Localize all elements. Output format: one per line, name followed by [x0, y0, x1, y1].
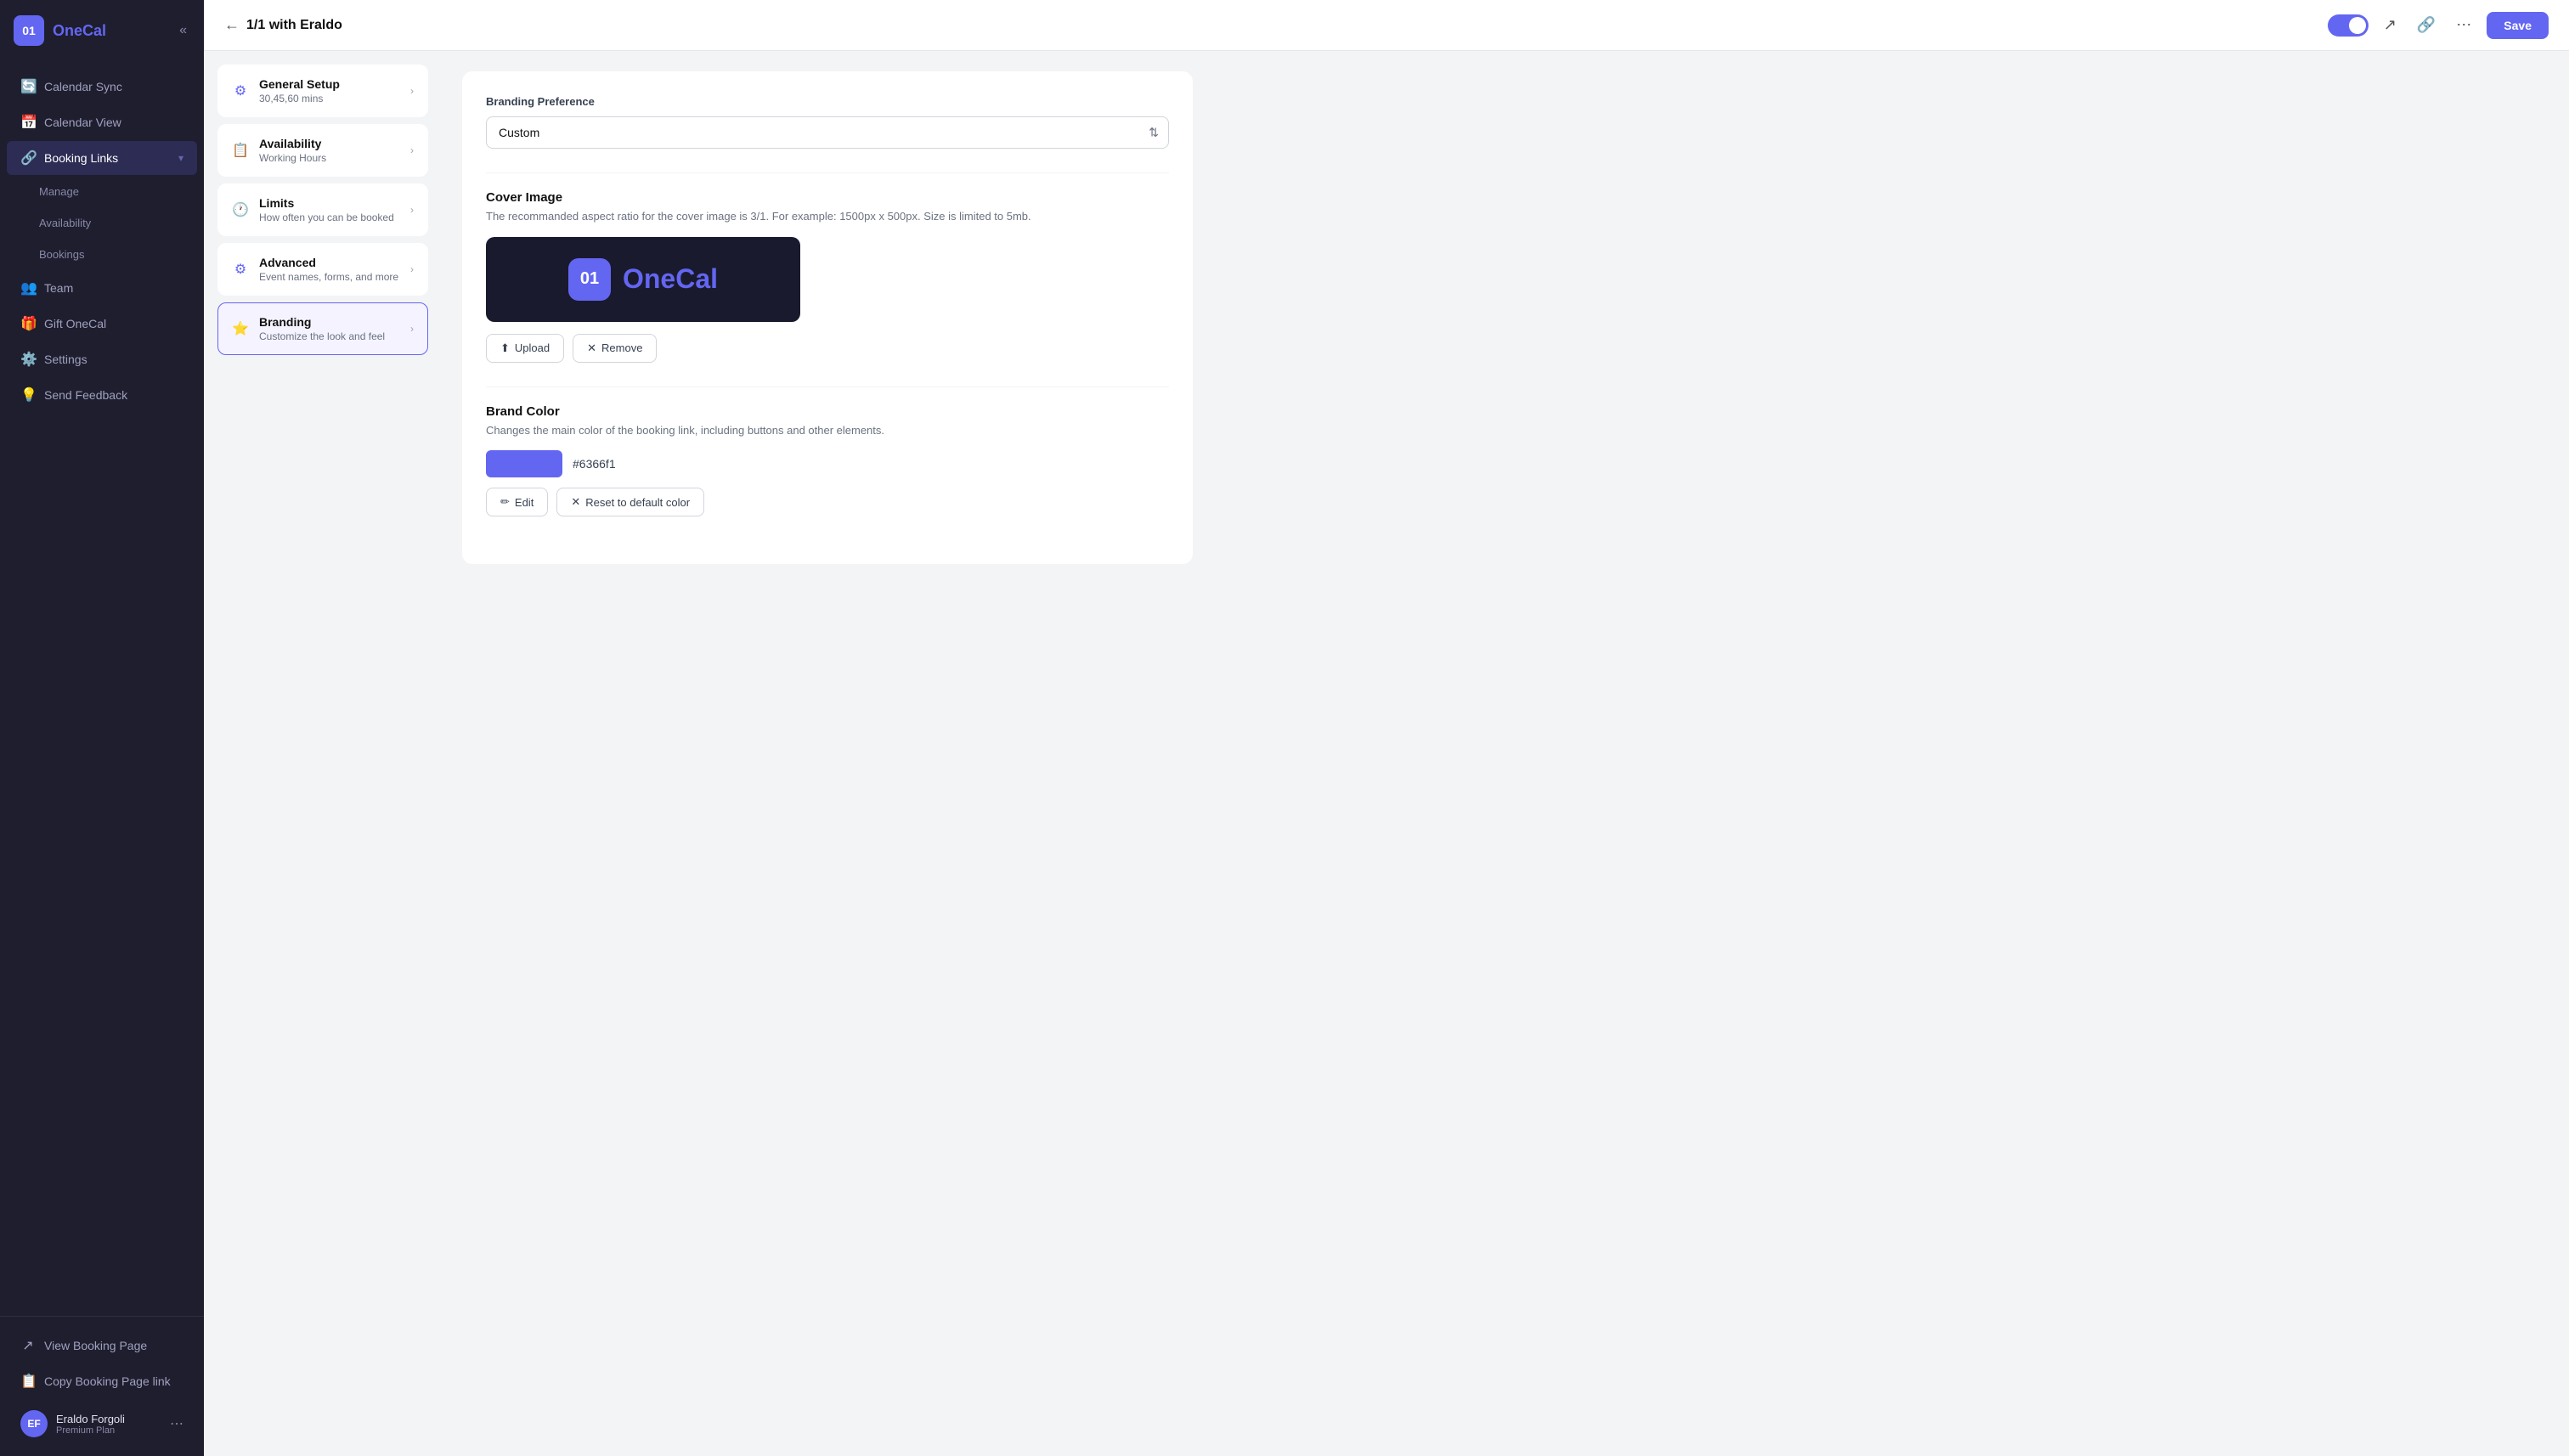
- sidebar-item-calendar-view[interactable]: 📅 Calendar View: [7, 105, 197, 139]
- limits-chevron-icon: ›: [410, 204, 414, 216]
- cover-logo: 01 OneCal: [568, 258, 718, 301]
- submenu-item-branding[interactable]: ⭐ Branding Customize the look and feel ›: [217, 302, 428, 355]
- reset-color-button[interactable]: ✕ Reset to default color: [556, 488, 704, 516]
- brand-color-desc: Changes the main color of the booking li…: [486, 422, 1169, 439]
- user-menu-button[interactable]: ⋯: [170, 1415, 184, 1432]
- topbar-actions: ↗ 🔗 ⋯ Save: [2328, 11, 2549, 39]
- sidebar-item-team[interactable]: 👥 Team: [7, 271, 197, 305]
- cover-image-desc: The recommanded aspect ratio for the cov…: [486, 208, 1169, 225]
- save-button[interactable]: Save: [2487, 12, 2549, 39]
- advanced-chevron-icon: ›: [410, 263, 414, 275]
- submenu-item-availability[interactable]: 📋 Availability Working Hours ›: [217, 124, 428, 177]
- content-area: ⚙ General Setup 30,45,60 mins › 📋 Availa…: [204, 51, 2569, 1456]
- back-arrow-icon: ←: [224, 16, 240, 34]
- upload-button[interactable]: ⬆ Upload: [486, 334, 564, 363]
- sidebar: 01 OneCal « 🔄 Calendar Sync 📅 Calendar V…: [0, 0, 204, 1456]
- topbar: ← 1/1 with Eraldo ↗ 🔗 ⋯ Save: [204, 0, 2569, 51]
- branding-icon: ⭐: [232, 320, 249, 337]
- link-button[interactable]: 🔗: [2412, 11, 2441, 39]
- cover-image-preview: 01 OneCal: [486, 237, 800, 322]
- sidebar-nav: 🔄 Calendar Sync 📅 Calendar View 🔗 Bookin…: [0, 61, 204, 1316]
- limits-icon: 🕐: [232, 201, 249, 218]
- calendar-view-icon: 📅: [20, 114, 36, 131]
- logo-text: OneCal: [53, 22, 106, 40]
- preference-select-wrapper: Custom Default None ⇅: [486, 116, 1169, 149]
- sidebar-item-settings[interactable]: ⚙️ Settings: [7, 342, 197, 376]
- submenu: ⚙ General Setup 30,45,60 mins › 📋 Availa…: [204, 51, 442, 1456]
- sidebar-item-manage[interactable]: Manage: [7, 177, 197, 206]
- branding-chevron-icon: ›: [410, 323, 414, 335]
- brand-color-title: Brand Color: [486, 404, 1169, 419]
- upload-icon: ⬆: [500, 341, 510, 355]
- sidebar-item-availability[interactable]: Availability: [7, 208, 197, 238]
- back-button[interactable]: ← 1/1 with Eraldo: [224, 16, 342, 34]
- general-setup-icon: ⚙: [232, 82, 249, 99]
- remove-button[interactable]: ✕ Remove: [573, 334, 657, 363]
- copy-booking-link-button[interactable]: 📋 Copy Booking Page link: [7, 1364, 197, 1398]
- cover-logo-text: OneCal: [623, 263, 718, 295]
- right-panel: Branding Preference Custom Default None …: [442, 51, 2569, 1456]
- color-display: #6366f1: [486, 450, 1169, 477]
- reset-icon: ✕: [571, 495, 580, 509]
- sidebar-logo: 01 OneCal «: [0, 0, 204, 61]
- user-info: EF Eraldo Forgoli Premium Plan ⋯: [7, 1402, 197, 1446]
- avatar: EF: [20, 1410, 48, 1437]
- sidebar-item-booking-links[interactable]: 🔗 Booking Links ▾: [7, 141, 197, 175]
- sidebar-item-gift-onecal[interactable]: 🎁 Gift OneCal: [7, 307, 197, 341]
- advanced-icon: ⚙: [232, 261, 249, 278]
- collapse-sidebar-button[interactable]: «: [176, 20, 190, 42]
- view-booking-page-button[interactable]: ↗ View Booking Page: [7, 1329, 197, 1363]
- submenu-item-advanced[interactable]: ⚙ Advanced Event names, forms, and more …: [217, 243, 428, 296]
- user-details: Eraldo Forgoli Premium Plan: [56, 1413, 161, 1436]
- active-toggle[interactable]: [2328, 14, 2369, 37]
- sidebar-item-send-feedback[interactable]: 💡 Send Feedback: [7, 378, 197, 412]
- logo-icon: 01: [14, 15, 44, 46]
- branding-panel: Branding Preference Custom Default None …: [462, 71, 1193, 564]
- divider-1: [486, 172, 1169, 173]
- availability-icon: 📋: [232, 142, 249, 159]
- main: ← 1/1 with Eraldo ↗ 🔗 ⋯ Save ⚙ General S…: [204, 0, 2569, 1456]
- color-buttons: ✏ Edit ✕ Reset to default color: [486, 488, 1169, 516]
- general-setup-chevron-icon: ›: [410, 85, 414, 97]
- feedback-icon: 💡: [20, 387, 36, 404]
- submenu-item-limits[interactable]: 🕐 Limits How often you can be booked ›: [217, 183, 428, 236]
- edit-color-button[interactable]: ✏ Edit: [486, 488, 548, 516]
- color-hex: #6366f1: [573, 457, 616, 471]
- cover-image-title: Cover Image: [486, 190, 1169, 205]
- calendar-sync-icon: 🔄: [20, 78, 36, 95]
- sidebar-item-bookings[interactable]: Bookings: [7, 240, 197, 269]
- preference-label: Branding Preference: [486, 95, 1169, 108]
- booking-links-icon: 🔗: [20, 150, 36, 166]
- gift-icon: 🎁: [20, 315, 36, 332]
- sidebar-bottom: ↗ View Booking Page 📋 Copy Booking Page …: [0, 1316, 204, 1456]
- external-link-icon: ↗: [20, 1337, 36, 1354]
- more-options-button[interactable]: ⋯: [2451, 11, 2476, 39]
- submenu-item-general-setup[interactable]: ⚙ General Setup 30,45,60 mins ›: [217, 65, 428, 117]
- availability-chevron-icon: ›: [410, 144, 414, 156]
- copy-icon: 📋: [20, 1373, 36, 1390]
- booking-links-chevron-icon: ▾: [178, 152, 184, 164]
- sidebar-item-calendar-sync[interactable]: 🔄 Calendar Sync: [7, 70, 197, 104]
- edit-icon: ✏: [500, 495, 510, 509]
- settings-icon: ⚙️: [20, 351, 36, 368]
- team-icon: 👥: [20, 279, 36, 296]
- remove-icon: ✕: [587, 341, 596, 355]
- external-link-button[interactable]: ↗: [2379, 11, 2402, 39]
- cover-logo-icon: 01: [568, 258, 611, 301]
- cover-image-buttons: ⬆ Upload ✕ Remove: [486, 334, 1169, 363]
- color-swatch[interactable]: [486, 450, 562, 477]
- preference-select[interactable]: Custom Default None: [486, 116, 1169, 149]
